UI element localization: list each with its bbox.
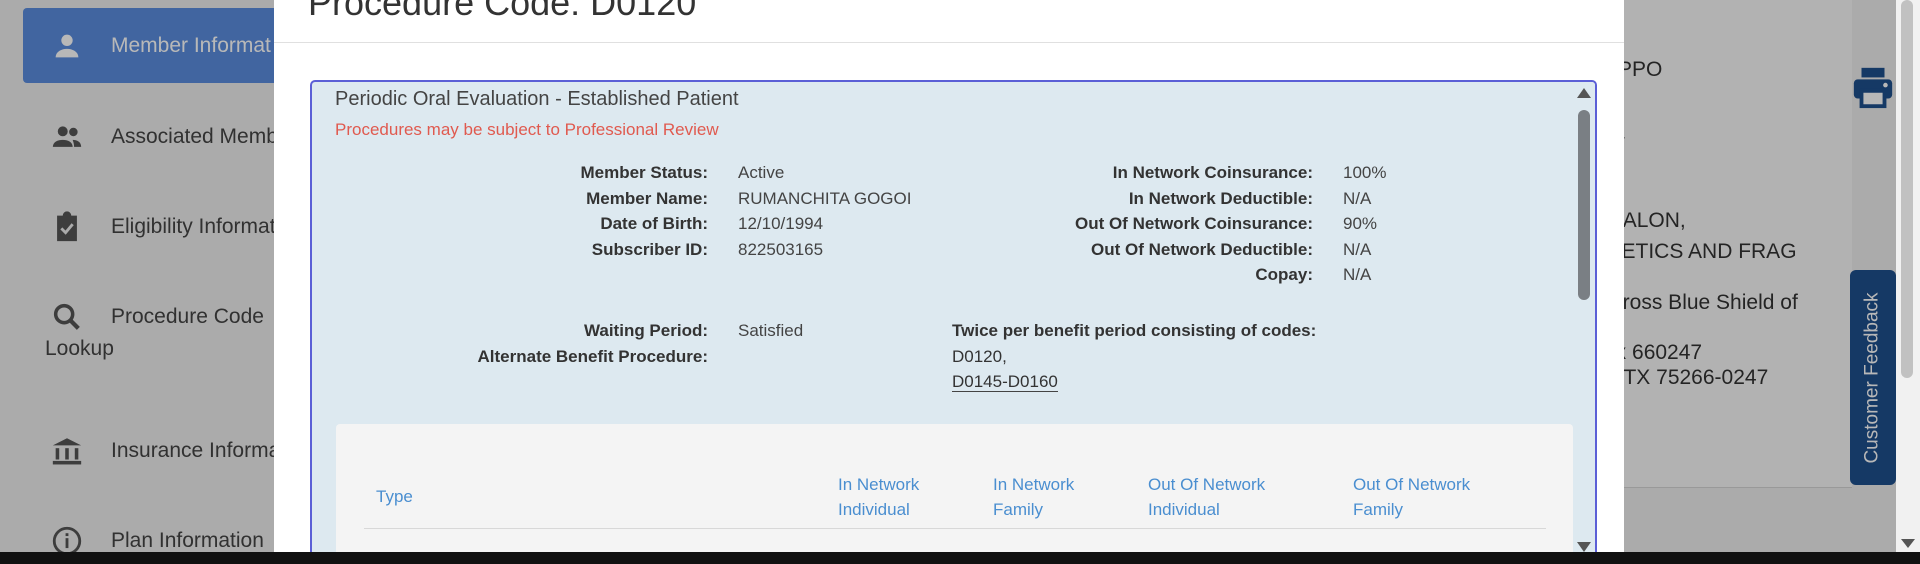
modal-title: Procedure Code: D0120 xyxy=(308,0,697,23)
column-header-in-network-individual[interactable]: In Network Individual xyxy=(838,472,919,522)
field-value: 90% xyxy=(1343,214,1378,233)
field-label: In Network Deductible: xyxy=(1128,188,1313,208)
column-header-label: Individual xyxy=(838,500,910,519)
details-scrollbar[interactable] xyxy=(1573,82,1595,552)
column-header-in-network-family[interactable]: In Network Family xyxy=(993,472,1074,522)
procedure-code-range-link[interactable]: D0145-D0160 xyxy=(952,372,1058,392)
frequency-code: D0120, xyxy=(952,346,1007,366)
column-header-out-of-network-family[interactable]: Out Of Network Family xyxy=(1353,472,1470,522)
scroll-down-arrow-icon[interactable] xyxy=(1901,539,1915,548)
column-header-label: In Network xyxy=(838,475,920,494)
field-label: Out Of Network Coinsurance: xyxy=(1074,214,1313,233)
field-value: 822503165 xyxy=(738,239,824,259)
field-value: Active xyxy=(738,163,785,182)
member-info-list: Member Status: Active Member Name: RUMANCH… xyxy=(472,160,911,262)
waiting-period-row: Waiting Period: Satisfied xyxy=(392,318,803,344)
field-value: N/A xyxy=(1343,188,1372,208)
field-value xyxy=(708,344,738,370)
field-value: RUMANCHITA GOGOI xyxy=(738,188,912,208)
taskbar-strip xyxy=(0,552,1920,564)
column-header-label: Family xyxy=(993,500,1044,519)
column-header-type[interactable]: Type xyxy=(376,484,413,509)
column-header-label: Family xyxy=(1353,500,1404,519)
column-header-label: Individual xyxy=(1148,500,1220,519)
date-of-birth-row: Date of Birth: 12/10/1994 xyxy=(472,211,911,237)
divider xyxy=(274,42,1624,43)
page-scrollbar[interactable] xyxy=(1896,0,1920,552)
table-header-divider xyxy=(364,528,1546,529)
column-header-out-of-network-individual[interactable]: Out Of Network Individual xyxy=(1148,472,1265,522)
column-header-label: Out Of Network xyxy=(1148,475,1266,494)
column-header-label: Type xyxy=(376,487,413,506)
scroll-down-arrow-icon[interactable] xyxy=(1577,542,1591,552)
coverage-info-list: In Network Coinsurance: 100% In Network D… xyxy=(1012,160,1387,288)
field-value: 100% xyxy=(1343,163,1387,182)
professional-review-warning: Procedures may be subject to Professiona… xyxy=(335,120,719,139)
field-value: Satisfied xyxy=(738,321,804,340)
field-label: Date of Birth: xyxy=(600,214,708,233)
field-label: Alternate Benefit Procedure: xyxy=(477,346,709,366)
in-network-deductible-row: In Network Deductible: N/A xyxy=(1012,186,1386,212)
scroll-up-arrow-icon[interactable] xyxy=(1577,88,1591,98)
alternate-benefit-row: Alternate Benefit Procedure: xyxy=(392,344,803,370)
details-scrollbar-thumb[interactable] xyxy=(1578,110,1590,300)
field-label: Waiting Period: xyxy=(583,321,708,340)
in-network-coinsurance-row: In Network Coinsurance: 100% xyxy=(1012,160,1387,186)
page-scrollbar-thumb[interactable] xyxy=(1901,0,1913,378)
member-name-row: Member Name: RUMANCHITA GOGOI xyxy=(472,186,911,212)
subscriber-id-row: Subscriber ID: 822503165 xyxy=(472,237,911,263)
frequency-info: Twice per benefit period consisting of c… xyxy=(952,318,1316,395)
field-label: Member Status: xyxy=(580,163,708,182)
field-label: Out Of Network Deductible: xyxy=(1091,239,1313,259)
field-label: Subscriber ID: xyxy=(591,239,708,259)
field-label: In Network Coinsurance: xyxy=(1112,163,1313,182)
field-value: N/A xyxy=(1343,239,1372,259)
field-label: Copay: xyxy=(1255,265,1313,284)
out-of-network-coinsurance-row: Out Of Network Coinsurance: 90% xyxy=(1012,211,1386,237)
column-header-label: In Network xyxy=(993,475,1075,494)
member-status-row: Member Status: Active xyxy=(472,160,911,186)
waiting-period-list: Waiting Period: Satisfied Alternate Benef… xyxy=(392,318,804,370)
procedure-name: Periodic Oral Evaluation - Established P… xyxy=(335,88,739,110)
field-label: Member Name: xyxy=(586,188,708,208)
procedure-details-panel: Periodic Oral Evaluation - Established P… xyxy=(310,80,1597,552)
copay-row: Copay: N/A xyxy=(1012,262,1386,288)
benefits-table: Type In Network Individual In Network Fami… xyxy=(336,424,1573,552)
field-value: 12/10/1994 xyxy=(738,214,824,233)
out-of-network-deductible-row: Out Of Network Deductible: N/A xyxy=(1012,237,1386,263)
frequency-heading: Twice per benefit period consisting of c… xyxy=(952,321,1317,340)
field-value: N/A xyxy=(1343,265,1372,284)
column-header-label: Out Of Network xyxy=(1353,475,1471,494)
procedure-code-modal: Procedure Code: D0120 Periodic Oral Eval… xyxy=(274,0,1624,552)
